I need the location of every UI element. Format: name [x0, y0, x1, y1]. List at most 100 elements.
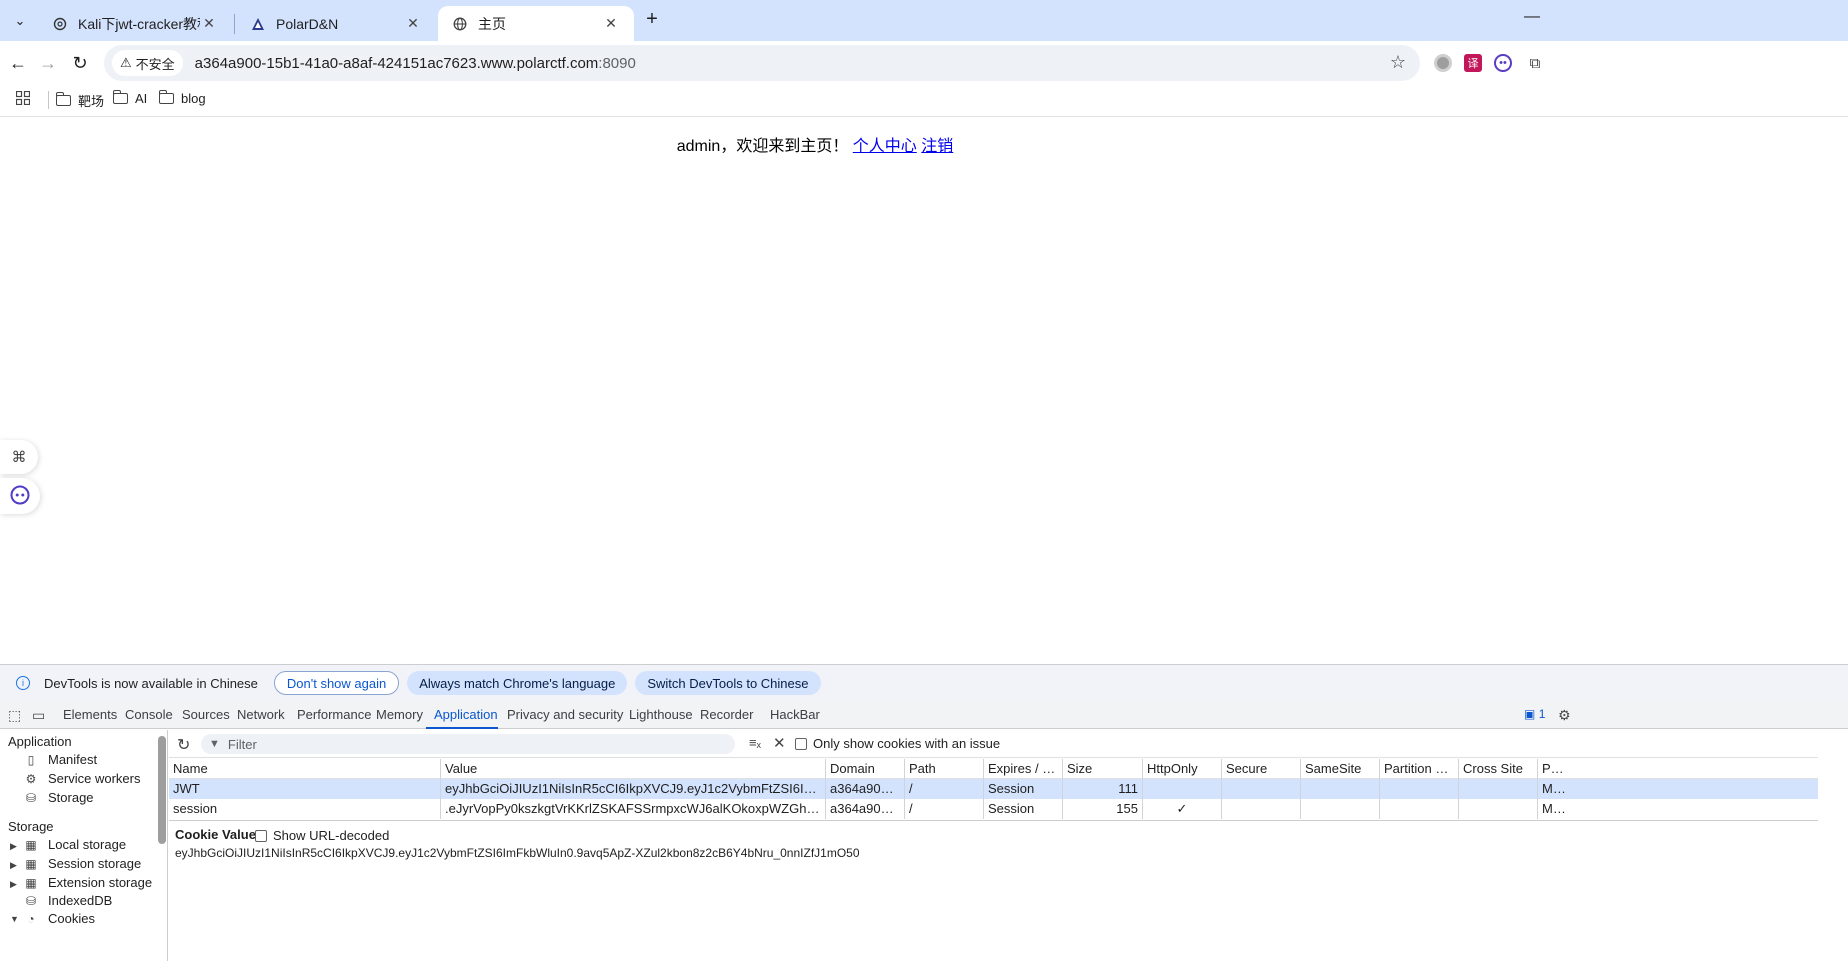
- column-header[interactable]: Size: [1063, 759, 1143, 779]
- table-row-selected[interactable]: JWT eyJhbGciOiJIUzI1NiIsInR5cCI6IkpXVCJ9…: [169, 779, 1818, 799]
- back-button[interactable]: ←: [4, 49, 32, 77]
- column-header[interactable]: SameSite: [1301, 759, 1380, 779]
- extensions-puzzle-icon[interactable]: ⧉: [1526, 54, 1544, 72]
- only-issues-checkbox[interactable]: Only show cookies with an issue: [795, 736, 1000, 751]
- sidebar-item-storage[interactable]: ⛁ Storage: [24, 790, 94, 805]
- tab-network[interactable]: Network: [237, 701, 285, 729]
- security-chip[interactable]: ⚠ 不安全: [112, 50, 183, 76]
- issues-badge[interactable]: ▣ 1: [1524, 707, 1545, 721]
- cookie-icon: ◔: [27, 911, 35, 926]
- close-icon[interactable]: ✕: [200, 15, 218, 32]
- bookmark-folder-1[interactable]: 靶场: [55, 91, 105, 110]
- cell-httponly: [1143, 779, 1222, 799]
- tab-search-button[interactable]: ⌄: [6, 7, 34, 35]
- bookmarks-bar: 靶场 AI blog: [0, 83, 1848, 117]
- inspect-element-icon[interactable]: ⬚: [8, 707, 21, 724]
- show-url-decoded-label: Show URL-decoded: [273, 828, 390, 843]
- tab-3-active[interactable]: 主页 ✕: [438, 6, 634, 41]
- delete-selected-icon[interactable]: ✕: [773, 734, 786, 752]
- sidebar-item-extension-storage[interactable]: ▦ Extension storage: [24, 875, 152, 890]
- tab-lighthouse[interactable]: Lighthouse: [629, 701, 693, 729]
- show-url-decoded-checkbox[interactable]: Show URL-decoded: [255, 828, 389, 843]
- table-icon: ▦: [25, 837, 37, 852]
- device-toolbar-icon[interactable]: ▭: [32, 707, 45, 724]
- tab-elements[interactable]: Elements: [63, 701, 117, 729]
- column-header[interactable]: Expires / Ma...: [984, 759, 1063, 779]
- expand-arrow-icon[interactable]: ▶: [10, 841, 17, 852]
- bookmark-folder-3[interactable]: blog: [158, 90, 206, 106]
- reload-icon: ↻: [72, 52, 88, 73]
- tab-sources[interactable]: Sources: [182, 701, 230, 729]
- cell-samesite: [1301, 799, 1380, 819]
- sidebar-item-local-storage[interactable]: ▦ Local storage: [24, 837, 126, 852]
- forward-button[interactable]: →: [34, 49, 62, 77]
- tab-memory[interactable]: Memory: [376, 701, 423, 729]
- extension-status-icon[interactable]: [1434, 54, 1452, 72]
- clear-all-icon[interactable]: ≡ₓ: [749, 735, 761, 750]
- folder-icon: [112, 90, 128, 104]
- collapse-arrow-icon[interactable]: ▼: [10, 914, 19, 924]
- sidebar-item-label: Manifest: [48, 752, 98, 767]
- tab-privacy-security[interactable]: Privacy and security: [507, 701, 623, 729]
- bookmark-star-icon[interactable]: ☆: [1390, 52, 1406, 73]
- floating-assistant-button[interactable]: [0, 478, 40, 514]
- column-header[interactable]: HttpOnly: [1143, 759, 1222, 779]
- column-header[interactable]: Domain: [826, 759, 905, 779]
- info-icon: i: [16, 676, 30, 690]
- tab-recorder[interactable]: Recorder: [700, 701, 753, 729]
- expand-arrow-icon[interactable]: ▶: [10, 860, 17, 871]
- tab-1[interactable]: Kali下jwt-cracker教程 ✕: [38, 6, 232, 41]
- settings-gear-icon[interactable]: ⚙: [1558, 707, 1571, 724]
- sidebar-item-manifest[interactable]: ▯ Manifest: [24, 752, 97, 767]
- sidebar-item-session-storage[interactable]: ▦ Session storage: [24, 856, 141, 871]
- column-header[interactable]: Name: [169, 759, 441, 779]
- translate-extension-icon[interactable]: 译: [1464, 54, 1482, 72]
- checkbox[interactable]: [795, 737, 807, 750]
- reload-button[interactable]: ↻: [66, 49, 94, 77]
- close-icon[interactable]: ✕: [404, 15, 422, 32]
- tab-2[interactable]: PolarD&N ✕: [236, 6, 436, 41]
- cell-path: /: [905, 799, 984, 819]
- apps-grid-icon[interactable]: [15, 90, 31, 110]
- database-icon: ⛁: [25, 893, 37, 908]
- refresh-icon[interactable]: ↻: [177, 735, 190, 755]
- cookie-value-text[interactable]: eyJhbGciOiJIUzI1NiIsInR5cCI6IkpXVCJ9.eyJ…: [175, 846, 860, 860]
- arrow-left-icon: ←: [9, 52, 27, 73]
- close-icon[interactable]: ✕: [602, 15, 620, 32]
- new-tab-button[interactable]: +: [640, 8, 664, 32]
- checkbox[interactable]: [255, 829, 267, 842]
- column-header[interactable]: Priori: [1538, 759, 1568, 779]
- cookie-filter-input[interactable]: ▼ Filter: [201, 734, 735, 754]
- floating-tool-button[interactable]: ⌘: [0, 440, 38, 474]
- table-row[interactable]: session .eJyrVopPy0kszkgtVrKKrlZSKAFSSrm…: [169, 799, 1818, 819]
- cookie-value-title: Cookie Value: [175, 827, 256, 842]
- openai-icon: [52, 16, 68, 32]
- url-text[interactable]: a364a900-15b1-41a0-a8af-424151ac7623.www…: [195, 55, 636, 72]
- column-header[interactable]: Cross Site: [1459, 759, 1538, 779]
- column-header[interactable]: Partition Key...: [1380, 759, 1459, 779]
- minimize-icon[interactable]: —: [1524, 8, 1540, 26]
- bookmark-folder-2[interactable]: AI: [112, 90, 147, 106]
- sidebar-item-service-workers[interactable]: ⚙ Service workers: [24, 771, 141, 786]
- address-bar[interactable]: ⚠ 不安全 a364a900-15b1-41a0-a8af-424151ac76…: [104, 45, 1420, 81]
- sidebar-item-label: Service workers: [48, 771, 141, 786]
- column-header[interactable]: Value: [441, 759, 826, 779]
- sidebar-scrollbar[interactable]: [158, 736, 166, 844]
- tab-hackbar[interactable]: HackBar: [770, 701, 820, 729]
- tab-performance[interactable]: Performance: [297, 701, 371, 729]
- sidebar-item-indexeddb[interactable]: ⛁ IndexedDB: [24, 893, 112, 908]
- tab-application[interactable]: Application: [434, 701, 498, 729]
- logout-link[interactable]: 注销: [921, 138, 953, 155]
- bookmark-label: 靶场: [78, 94, 105, 109]
- devtools-tab-bar: ⬚ ▭ Elements Console Sources Network Per…: [0, 701, 1848, 729]
- dont-show-again-button[interactable]: Don't show again: [273, 671, 400, 695]
- assistant-extension-icon[interactable]: ••: [1494, 54, 1512, 72]
- always-match-language-button[interactable]: Always match Chrome's language: [407, 671, 628, 695]
- profile-link[interactable]: 个人中心: [853, 138, 917, 155]
- column-header[interactable]: Path: [905, 759, 984, 779]
- sidebar-item-cookies[interactable]: ◔ Cookies: [24, 911, 95, 926]
- expand-arrow-icon[interactable]: ▶: [10, 879, 17, 890]
- column-header[interactable]: Secure: [1222, 759, 1301, 779]
- tab-console[interactable]: Console: [125, 701, 173, 729]
- switch-to-chinese-button[interactable]: Switch DevTools to Chinese: [635, 671, 821, 695]
